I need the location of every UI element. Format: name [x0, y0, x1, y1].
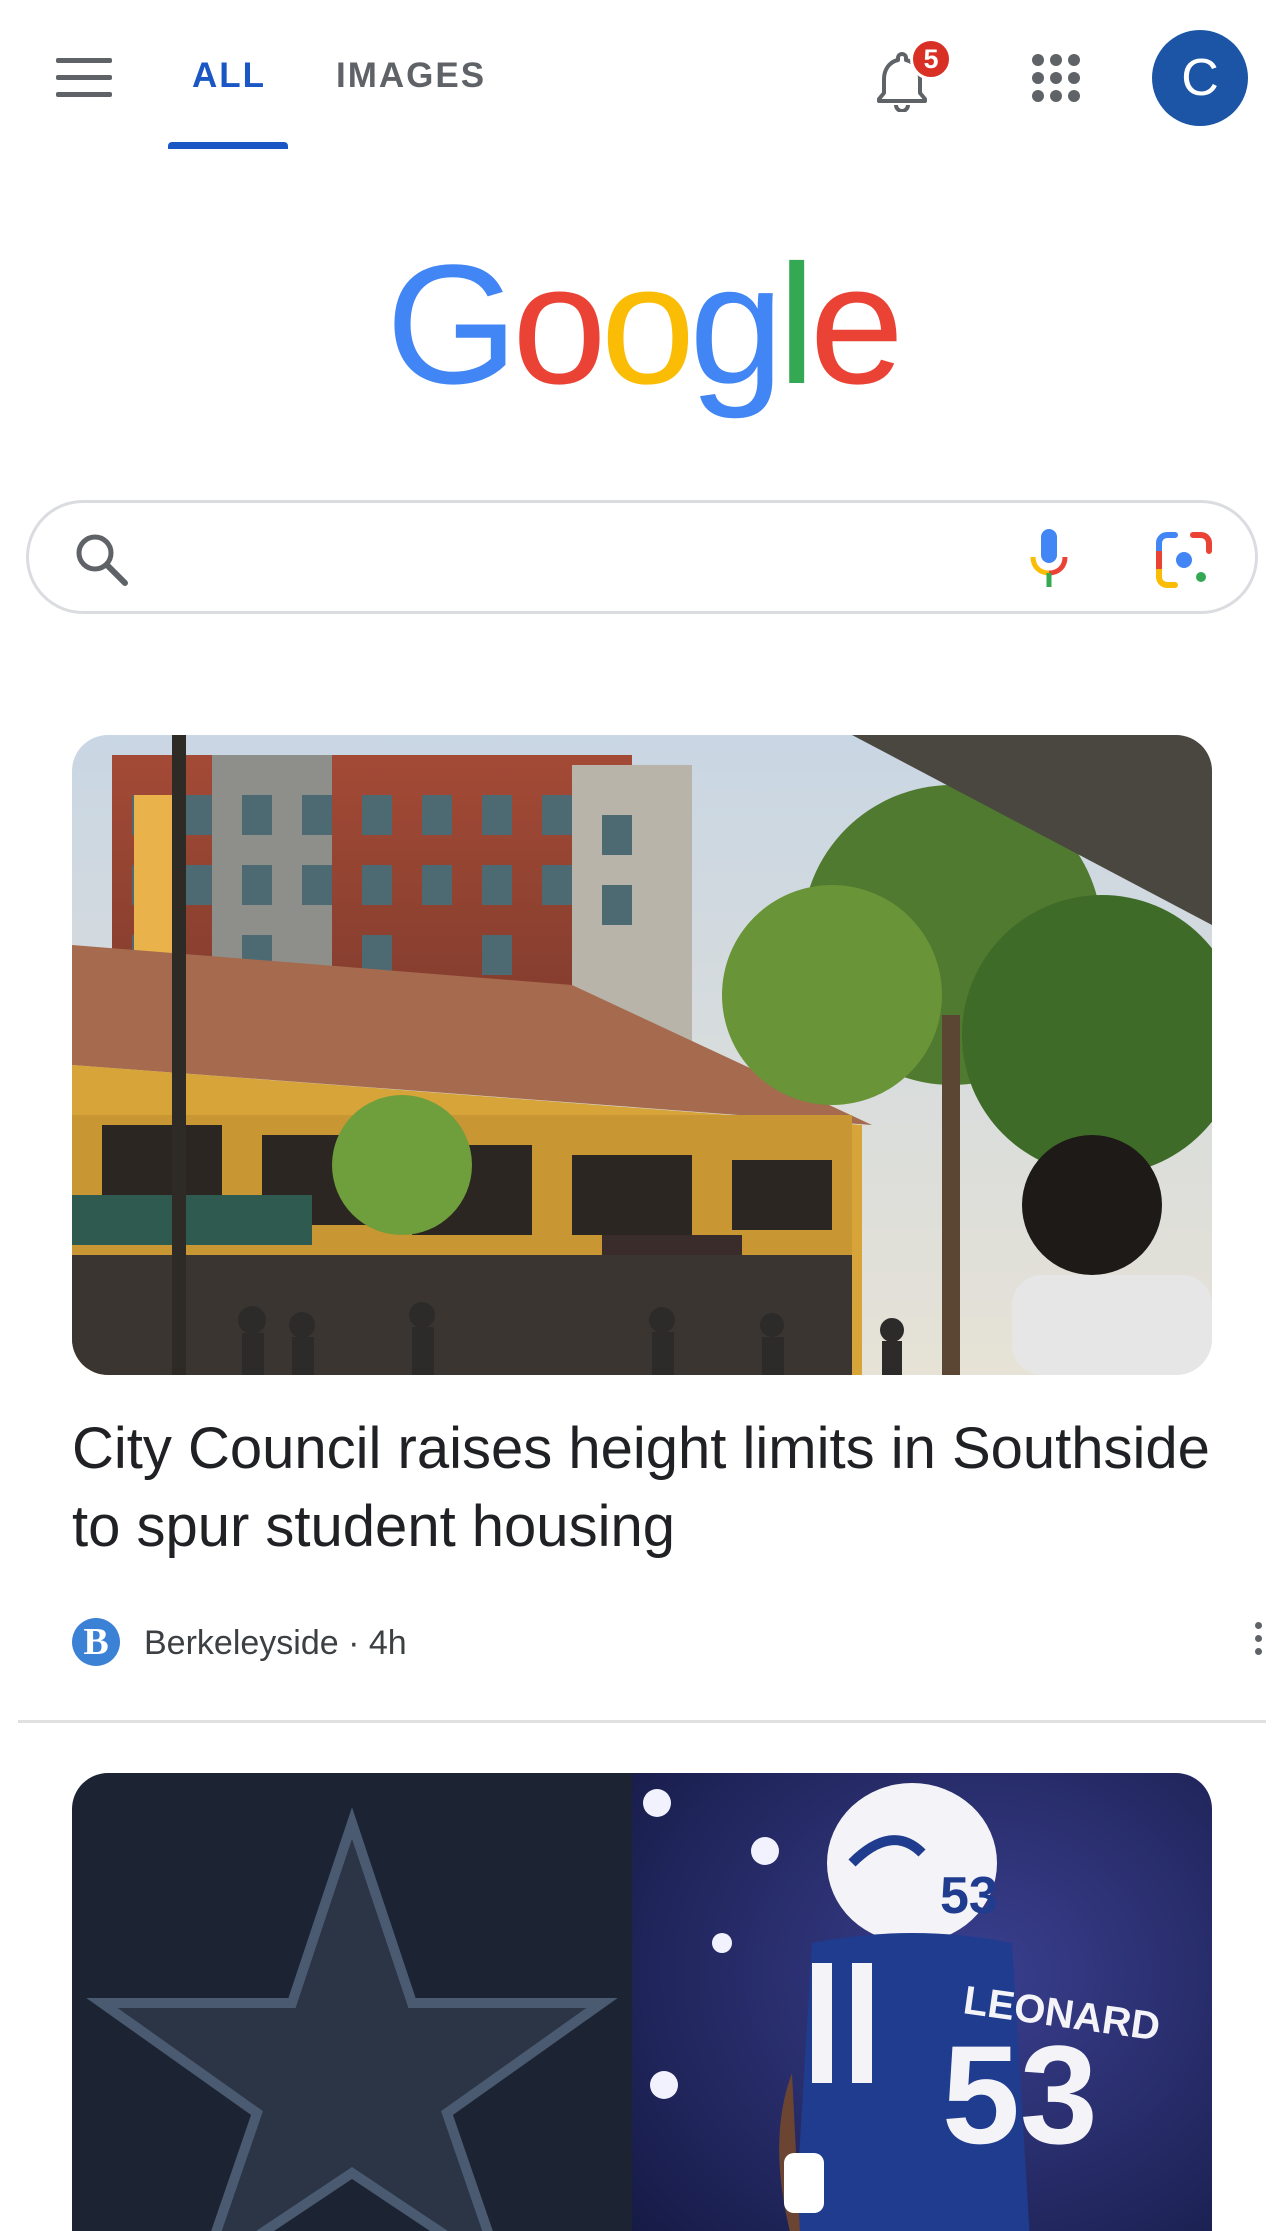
logo-letter: o [512, 230, 607, 420]
tab-images[interactable]: IMAGES [336, 56, 486, 96]
google-lens-icon[interactable] [1155, 531, 1213, 589]
menu-icon[interactable] [56, 58, 112, 98]
microphone-icon[interactable] [1019, 527, 1079, 591]
tab-all[interactable]: ALL [192, 56, 266, 96]
logo-letter: g [689, 230, 784, 420]
notification-badge: 5 [910, 38, 952, 80]
article-source-row: B Berkeleyside · 4h [72, 1618, 1262, 1668]
source-label: Berkeleyside · 4h [144, 1624, 407, 1662]
logo-letter: G [385, 230, 518, 420]
source-logo: B [72, 1618, 120, 1666]
logo-letter: e [809, 230, 905, 420]
article-image-football[interactable]: 53 LEONARD 53 [72, 1773, 1212, 2231]
active-tab-indicator [168, 142, 288, 149]
article-image-street[interactable] [72, 735, 1212, 1375]
article-title[interactable]: City Council raises height limits in Sou… [72, 1410, 1212, 1566]
top-bar: ALL IMAGES 5 C [0, 0, 1284, 150]
search-box[interactable] [26, 500, 1258, 614]
google-logo: Google [0, 240, 1284, 410]
jersey-number: 53 [942, 2016, 1098, 2173]
account-avatar[interactable]: C [1152, 30, 1248, 126]
more-options-icon[interactable] [1250, 1618, 1266, 1668]
apps-grid-icon[interactable] [1030, 52, 1082, 104]
search-icon [76, 534, 128, 586]
logo-letter: o [600, 230, 696, 420]
feed-divider [18, 1720, 1266, 1723]
helmet-number: 53 [940, 1867, 998, 1925]
logo-letter: l [777, 230, 816, 420]
search-input[interactable] [159, 525, 989, 591]
